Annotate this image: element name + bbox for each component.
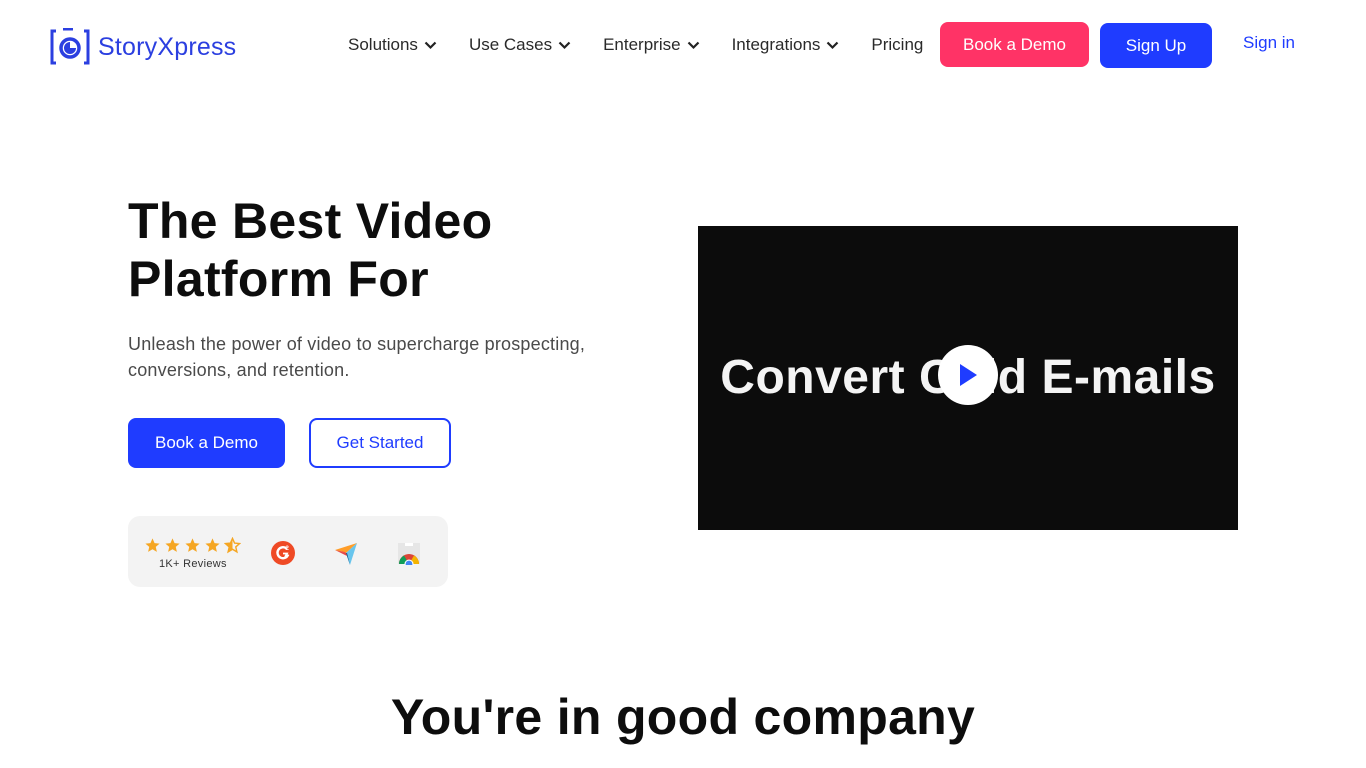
video-player[interactable]: Convert Cold E-mails: [698, 226, 1238, 530]
site-header: StoryXpress Solutions Use Cases Enterpri…: [0, 0, 1366, 90]
logo-camera-icon: [50, 28, 90, 66]
nav-enterprise[interactable]: Enterprise: [603, 35, 699, 55]
chevron-down-icon: [424, 41, 437, 49]
play-button[interactable]: [938, 345, 998, 405]
star-full-icon: [205, 538, 220, 552]
chevron-down-icon: [558, 41, 571, 49]
hero-subtitle: Unleash the power of video to supercharg…: [128, 334, 586, 380]
star-rating: [144, 537, 244, 554]
logo-text: StoryXpress: [98, 32, 237, 61]
nav-use-cases-label: Use Cases: [468, 35, 553, 54]
chevron-down-icon: [687, 41, 699, 49]
hero-title-line-2: Platform For: [128, 251, 429, 307]
nav-solutions-label: Solutions: [348, 35, 418, 54]
capterra-icon[interactable]: [333, 540, 359, 566]
sign-up-button[interactable]: Sign Up: [1100, 23, 1212, 68]
get-started-button[interactable]: Get Started: [309, 418, 451, 468]
nav-enterprise-label: Enterprise: [603, 35, 681, 54]
nav-integrations[interactable]: Integrations: [732, 35, 840, 55]
nav-solutions[interactable]: Solutions: [348, 35, 437, 55]
nav-integrations-label: Integrations: [731, 35, 821, 54]
g2-icon[interactable]: 2: [270, 540, 296, 566]
star-full-icon: [165, 538, 180, 552]
logo[interactable]: StoryXpress: [50, 28, 236, 66]
chrome-web-store-icon[interactable]: [397, 541, 423, 569]
chevron-down-icon: [827, 41, 839, 49]
star-half-icon: [224, 537, 241, 554]
nav-use-cases[interactable]: Use Cases: [469, 35, 571, 55]
star-full-icon: [185, 538, 200, 552]
reviews-count: 1K+ Reviews: [159, 558, 227, 570]
good-company-heading: You're in good company: [390, 689, 976, 745]
nav-pricing[interactable]: Pricing: [871, 35, 923, 55]
hero-title: The Best Video Platform For: [128, 192, 648, 308]
play-icon: [960, 364, 977, 386]
reviews-card: 1K+ Reviews 2: [128, 516, 448, 587]
main-nav: Solutions Use Cases Enterprise Integrati…: [348, 22, 953, 68]
nav-pricing-label: Pricing: [871, 35, 924, 54]
star-full-icon: [145, 538, 160, 552]
book-demo-header-button[interactable]: Book a Demo: [940, 22, 1089, 67]
book-demo-hero-button[interactable]: Book a Demo: [128, 418, 285, 468]
sign-in-link[interactable]: Sign in: [1243, 33, 1295, 53]
hero-title-line-1: The Best Video: [128, 193, 493, 249]
